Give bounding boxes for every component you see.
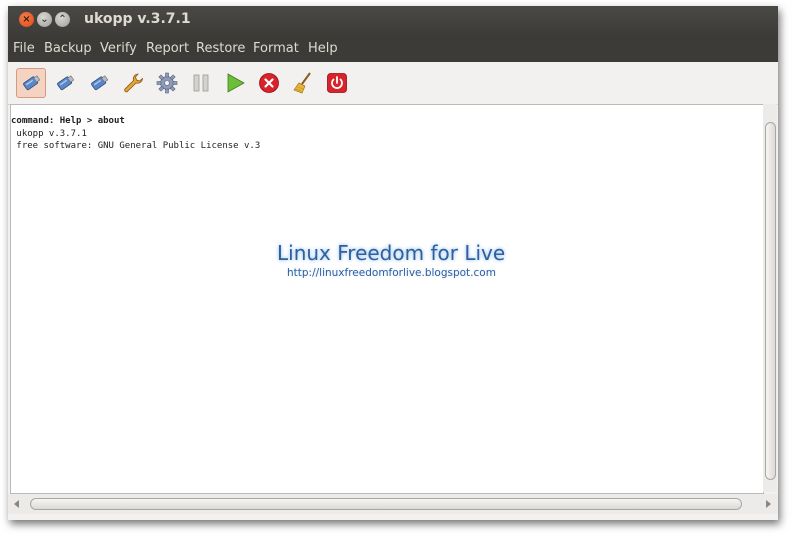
usb-drive-icon-2 [57,75,75,91]
start-button[interactable] [220,68,250,98]
horizontal-scrollbar[interactable] [8,494,778,514]
menu-verify[interactable]: Verify [100,41,137,56]
usb-drive-icon-3 [91,75,109,91]
output-area[interactable]: command: Help > about ukopp v.3.7.1 free… [10,104,764,494]
wrench-icon [124,73,143,93]
pause-icon [193,74,209,92]
window-title: ukopp v.3.7.1 [84,11,191,27]
window-minimize-button[interactable]: ⌄ [37,12,52,27]
toolbar [8,62,778,105]
menu-report[interactable]: Report [146,41,189,56]
power-quit-icon [327,73,347,93]
output-line: free software: GNU General Public Licens… [11,141,261,151]
scroll-left-arrow-icon[interactable] [14,500,19,508]
menu-restore[interactable]: Restore [196,41,245,56]
watermark-title: Linux Freedom for Live [277,241,506,265]
usb-drive-button-3[interactable] [84,68,114,98]
quit-button[interactable] [322,68,352,98]
horizontal-scroll-thumb[interactable] [30,498,742,510]
title-bar[interactable]: × ⌄ ⌃ ukopp v.3.7.1 [8,6,778,36]
menu-bar: File Backup Verify Report Restore Format… [8,36,778,62]
pause-button[interactable] [186,68,216,98]
stop-button[interactable] [254,68,284,98]
clear-button[interactable] [288,68,318,98]
vertical-scroll-thumb[interactable] [765,122,776,480]
settings-button[interactable] [152,68,182,98]
vertical-scrollbar[interactable] [763,104,777,492]
output-line: ukopp v.3.7.1 [11,128,87,139]
stop-icon [259,73,279,93]
menu-file[interactable]: File [13,41,35,56]
watermark-url: http://linuxfreedomforlive.blogspot.com [287,267,496,279]
wrench-button[interactable] [118,68,148,98]
menu-backup[interactable]: Backup [44,41,92,56]
usb-drive-mount-icon [23,75,41,91]
usb-drive-button-2[interactable] [50,68,80,98]
app-window: × ⌄ ⌃ ukopp v.3.7.1 File Backup Verify R… [8,6,778,520]
output-text: command: Help > about ukopp v.3.7.1 free… [11,115,260,153]
command-line: command: Help > about [11,116,125,126]
broom-clear-icon [293,72,311,94]
scroll-right-arrow-icon[interactable] [766,500,771,508]
window-close-button[interactable]: × [19,12,34,27]
window-maximize-button[interactable]: ⌃ [55,12,70,27]
play-icon [227,73,245,93]
gear-icon [156,72,178,94]
usb-drive-mount-button[interactable] [16,68,46,98]
menu-help[interactable]: Help [308,41,338,56]
menu-format[interactable]: Format [253,41,299,56]
